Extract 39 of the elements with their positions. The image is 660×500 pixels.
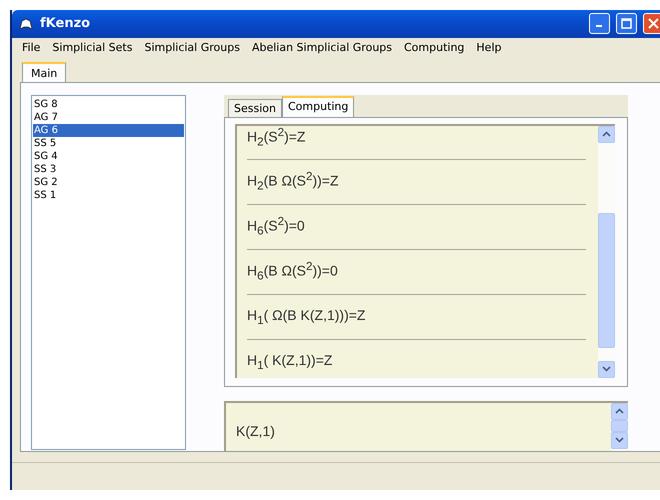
result-text: H$_{1}$( Ω(B K(Z,1)))=Z [247, 306, 366, 326]
list-item[interactable]: AG 6 [33, 124, 184, 137]
result-text: H$_{6}$(S$^{2}$)=0 [247, 215, 305, 238]
result-text: H$_{1}$( K(Z,1))=Z [247, 352, 332, 372]
result-text: H$_{6}$(B Ω(S$^{2}$))=0 [247, 260, 338, 283]
menu-item[interactable]: File [16, 41, 46, 54]
scroll-thumb[interactable] [598, 212, 615, 348]
close-icon [648, 18, 659, 30]
minimize-button[interactable] [589, 13, 610, 34]
maximize-icon [621, 18, 632, 30]
menu-item[interactable]: Simplicial Groups [138, 41, 246, 54]
scroll-up-icon[interactable] [615, 408, 624, 414]
scrollbar[interactable] [598, 126, 615, 378]
menu-item[interactable]: Help [470, 41, 508, 54]
close-button[interactable] [643, 13, 660, 34]
list-item[interactable]: AG 7 [33, 110, 184, 124]
tab[interactable]: Session [228, 98, 282, 117]
list-item[interactable]: SS 1 [33, 188, 184, 202]
scroll-up-icon[interactable] [602, 131, 611, 138]
menu-item[interactable]: Simplicial Sets [46, 41, 138, 54]
result-text: H$_{2}$(B Ω(S$^{2}$))=Z [247, 170, 339, 193]
app-icon [18, 16, 34, 31]
result-text: H$_{2}$(S$^{2}$)=Z [247, 126, 306, 148]
scroll-down-icon[interactable] [615, 437, 624, 444]
window-title: fKenzo [40, 16, 92, 32]
scrollbar[interactable] [611, 402, 628, 451]
list-item[interactable]: SS 5 [33, 136, 184, 150]
tab[interactable]: Computing [282, 96, 354, 117]
tab[interactable]: Main [22, 62, 66, 82]
scroll-thumb[interactable] [611, 420, 628, 432]
description-text: K(Z,1) [235, 422, 276, 441]
list-item[interactable]: SG 2 [33, 176, 184, 189]
list-item[interactable]: SS 3 [33, 162, 184, 176]
list-item[interactable]: SG 8 [33, 98, 184, 111]
maximize-button[interactable] [616, 13, 637, 34]
list-item[interactable]: SG 4 [33, 150, 184, 163]
menu-item[interactable]: Computing [398, 41, 470, 54]
scroll-down-icon[interactable] [602, 366, 611, 372]
menu-item[interactable]: Abelian Simplicial Groups [246, 41, 398, 54]
